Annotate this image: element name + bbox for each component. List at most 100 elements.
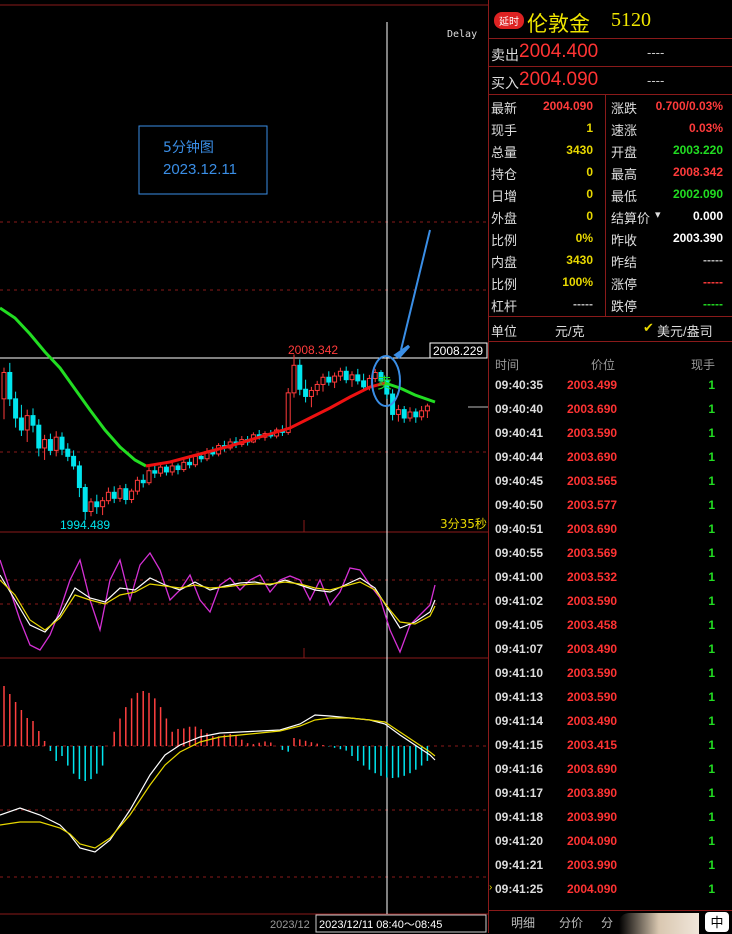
candle-body [123, 488, 129, 500]
dropdown-icon[interactable]: ▾ [655, 208, 661, 221]
tick-time: 09:40:50 [495, 498, 544, 512]
candle-body [76, 465, 82, 489]
candle-body [152, 470, 158, 474]
candle-body [337, 370, 343, 377]
candle-body [187, 461, 193, 466]
tick-qty: 1 [708, 786, 715, 800]
sell-price: 2004.400 [519, 41, 599, 62]
candle-body [424, 405, 430, 412]
tick-row[interactable]: 09:41:20 2004.090 1 [489, 834, 732, 858]
candle-body [82, 487, 88, 512]
tick-row[interactable]: 09:40:35 2003.499 1 [489, 378, 732, 402]
tab-detail[interactable]: 明细 [511, 914, 535, 931]
tick-row[interactable]: 09:41:15 2003.415 1 [489, 738, 732, 762]
candle-body [320, 376, 326, 385]
stat-value: 0 [586, 209, 593, 223]
tick-row[interactable]: 09:41:00 2003.532 1 [489, 570, 732, 594]
unit-row: 单位 元/克 ✔ 美元/盎司 [489, 316, 732, 342]
tick-price: 2004.090 [567, 834, 618, 848]
stat-label: 最新 [491, 101, 518, 116]
tick-row[interactable]: 09:40:40 2003.690 1 [489, 402, 732, 426]
stat-label: 比例 [491, 233, 518, 248]
tick-row[interactable]: 09:41:21 2003.990 1 [489, 858, 732, 882]
tick-row[interactable]: 09:41:16 2003.690 1 [489, 762, 732, 786]
tick-row[interactable]: 09:41:14 2003.490 1 [489, 714, 732, 738]
tick-row[interactable]: 09:40:55 2003.569 1 [489, 546, 732, 570]
candle-body [169, 465, 175, 473]
tick-row[interactable]: 09:41:25 2004.090 1 [489, 882, 732, 906]
ime-lang-indicator[interactable]: 中 [705, 912, 729, 932]
macd-lines [0, 714, 436, 853]
candle-body [59, 436, 65, 450]
candle-body [181, 461, 187, 471]
tick-row[interactable]: 09:41:17 2003.890 1 [489, 786, 732, 810]
tick-qty: 1 [708, 474, 715, 488]
tick-row[interactable]: 09:40:51 2003.690 1 [489, 522, 732, 546]
tick-time: 09:41:13 [495, 690, 544, 704]
tick-row[interactable]: 09:41:10 2003.590 1 [489, 666, 732, 690]
tick-row[interactable]: 09:41:02 2003.590 1 [489, 594, 732, 618]
tick-price: 2003.458 [567, 618, 618, 632]
tick-qty: 1 [708, 762, 715, 776]
candle-body [71, 455, 77, 467]
quote-panel: 延时 伦敦金 5120 卖出 2004.400 ---- 买入 2004.090… [488, 0, 732, 934]
buy-row[interactable]: 买入 2004.090 ---- [489, 66, 732, 95]
countdown-label: 3分35秒 [440, 517, 487, 531]
stat-value: 0.700/0.03% [655, 99, 723, 113]
tick-qty: 1 [708, 882, 715, 896]
stat-value: ----- [703, 297, 723, 311]
tick-time: 09:41:20 [495, 834, 544, 848]
stat-value: 0.000 [692, 209, 723, 223]
unit-value[interactable]: 元/克 [555, 321, 585, 340]
tick-row[interactable]: 09:41:18 2003.990 1 [489, 810, 732, 834]
buy-qty: ---- [647, 73, 665, 88]
tick-row[interactable]: 09:41:05 2003.458 1 [489, 618, 732, 642]
candlestick-chart[interactable]: Delay 2008.229 5分钟图 2023.12.11 卖 2008.34… [0, 0, 488, 933]
tick-row[interactable]: 09:40:50 2003.577 1 [489, 498, 732, 522]
stat-value: 0% [575, 231, 593, 245]
candle-body [163, 466, 169, 473]
tab-price[interactable]: 分价 [559, 914, 583, 931]
tick-price: 2003.415 [567, 738, 618, 752]
tick-price: 2003.532 [567, 570, 618, 584]
candle-body [36, 424, 42, 449]
current-row-marker-icon: › [489, 882, 493, 893]
candle-body [361, 380, 367, 388]
tab-more[interactable]: 分 [601, 914, 613, 931]
candle-body [24, 415, 30, 431]
tick-row[interactable]: 09:40:45 2003.565 1 [489, 474, 732, 498]
tick-time: 09:41:25 [495, 882, 544, 896]
candle-body [308, 389, 314, 397]
unit-alt-value[interactable]: 美元/盎司 [657, 321, 713, 340]
tick-qty: 1 [708, 450, 715, 464]
tick-price: 2003.490 [567, 714, 618, 728]
check-icon: ✔ [643, 320, 654, 335]
tick-price: 2003.890 [567, 786, 618, 800]
candle-body [419, 410, 425, 418]
tick-price: 2003.590 [567, 426, 618, 440]
candle-body [314, 383, 320, 391]
sell-row[interactable]: 卖出 2004.400 ---- [489, 38, 732, 67]
unit-label: 单位 [491, 324, 518, 339]
tick-row[interactable]: 09:40:41 2003.590 1 [489, 426, 732, 450]
bottom-tabs: 明细 分价 分 中 [489, 910, 732, 934]
tick-time: 09:41:14 [495, 714, 544, 728]
candle-body [291, 364, 297, 394]
tick-qty: 1 [708, 522, 715, 536]
tick-price: 2003.577 [567, 498, 618, 512]
candle-body [198, 455, 204, 460]
tick-qty: 1 [708, 594, 715, 608]
tick-row[interactable]: 09:41:13 2003.590 1 [489, 690, 732, 714]
stat-label: 速涨 [611, 123, 638, 138]
tick-row[interactable]: 09:41:07 2003.490 1 [489, 642, 732, 666]
grid-divider [605, 95, 606, 317]
tick-qty: 1 [708, 834, 715, 848]
tick-qty: 1 [708, 618, 715, 632]
tick-price: 2004.090 [567, 882, 618, 896]
candle-body [349, 374, 355, 381]
stat-value: 2008.342 [672, 165, 723, 179]
tick-row[interactable]: 09:40:44 2003.690 1 [489, 450, 732, 474]
tick-time: 09:41:00 [495, 570, 544, 584]
candle-body [65, 448, 71, 457]
tick-qty: 1 [708, 546, 715, 560]
